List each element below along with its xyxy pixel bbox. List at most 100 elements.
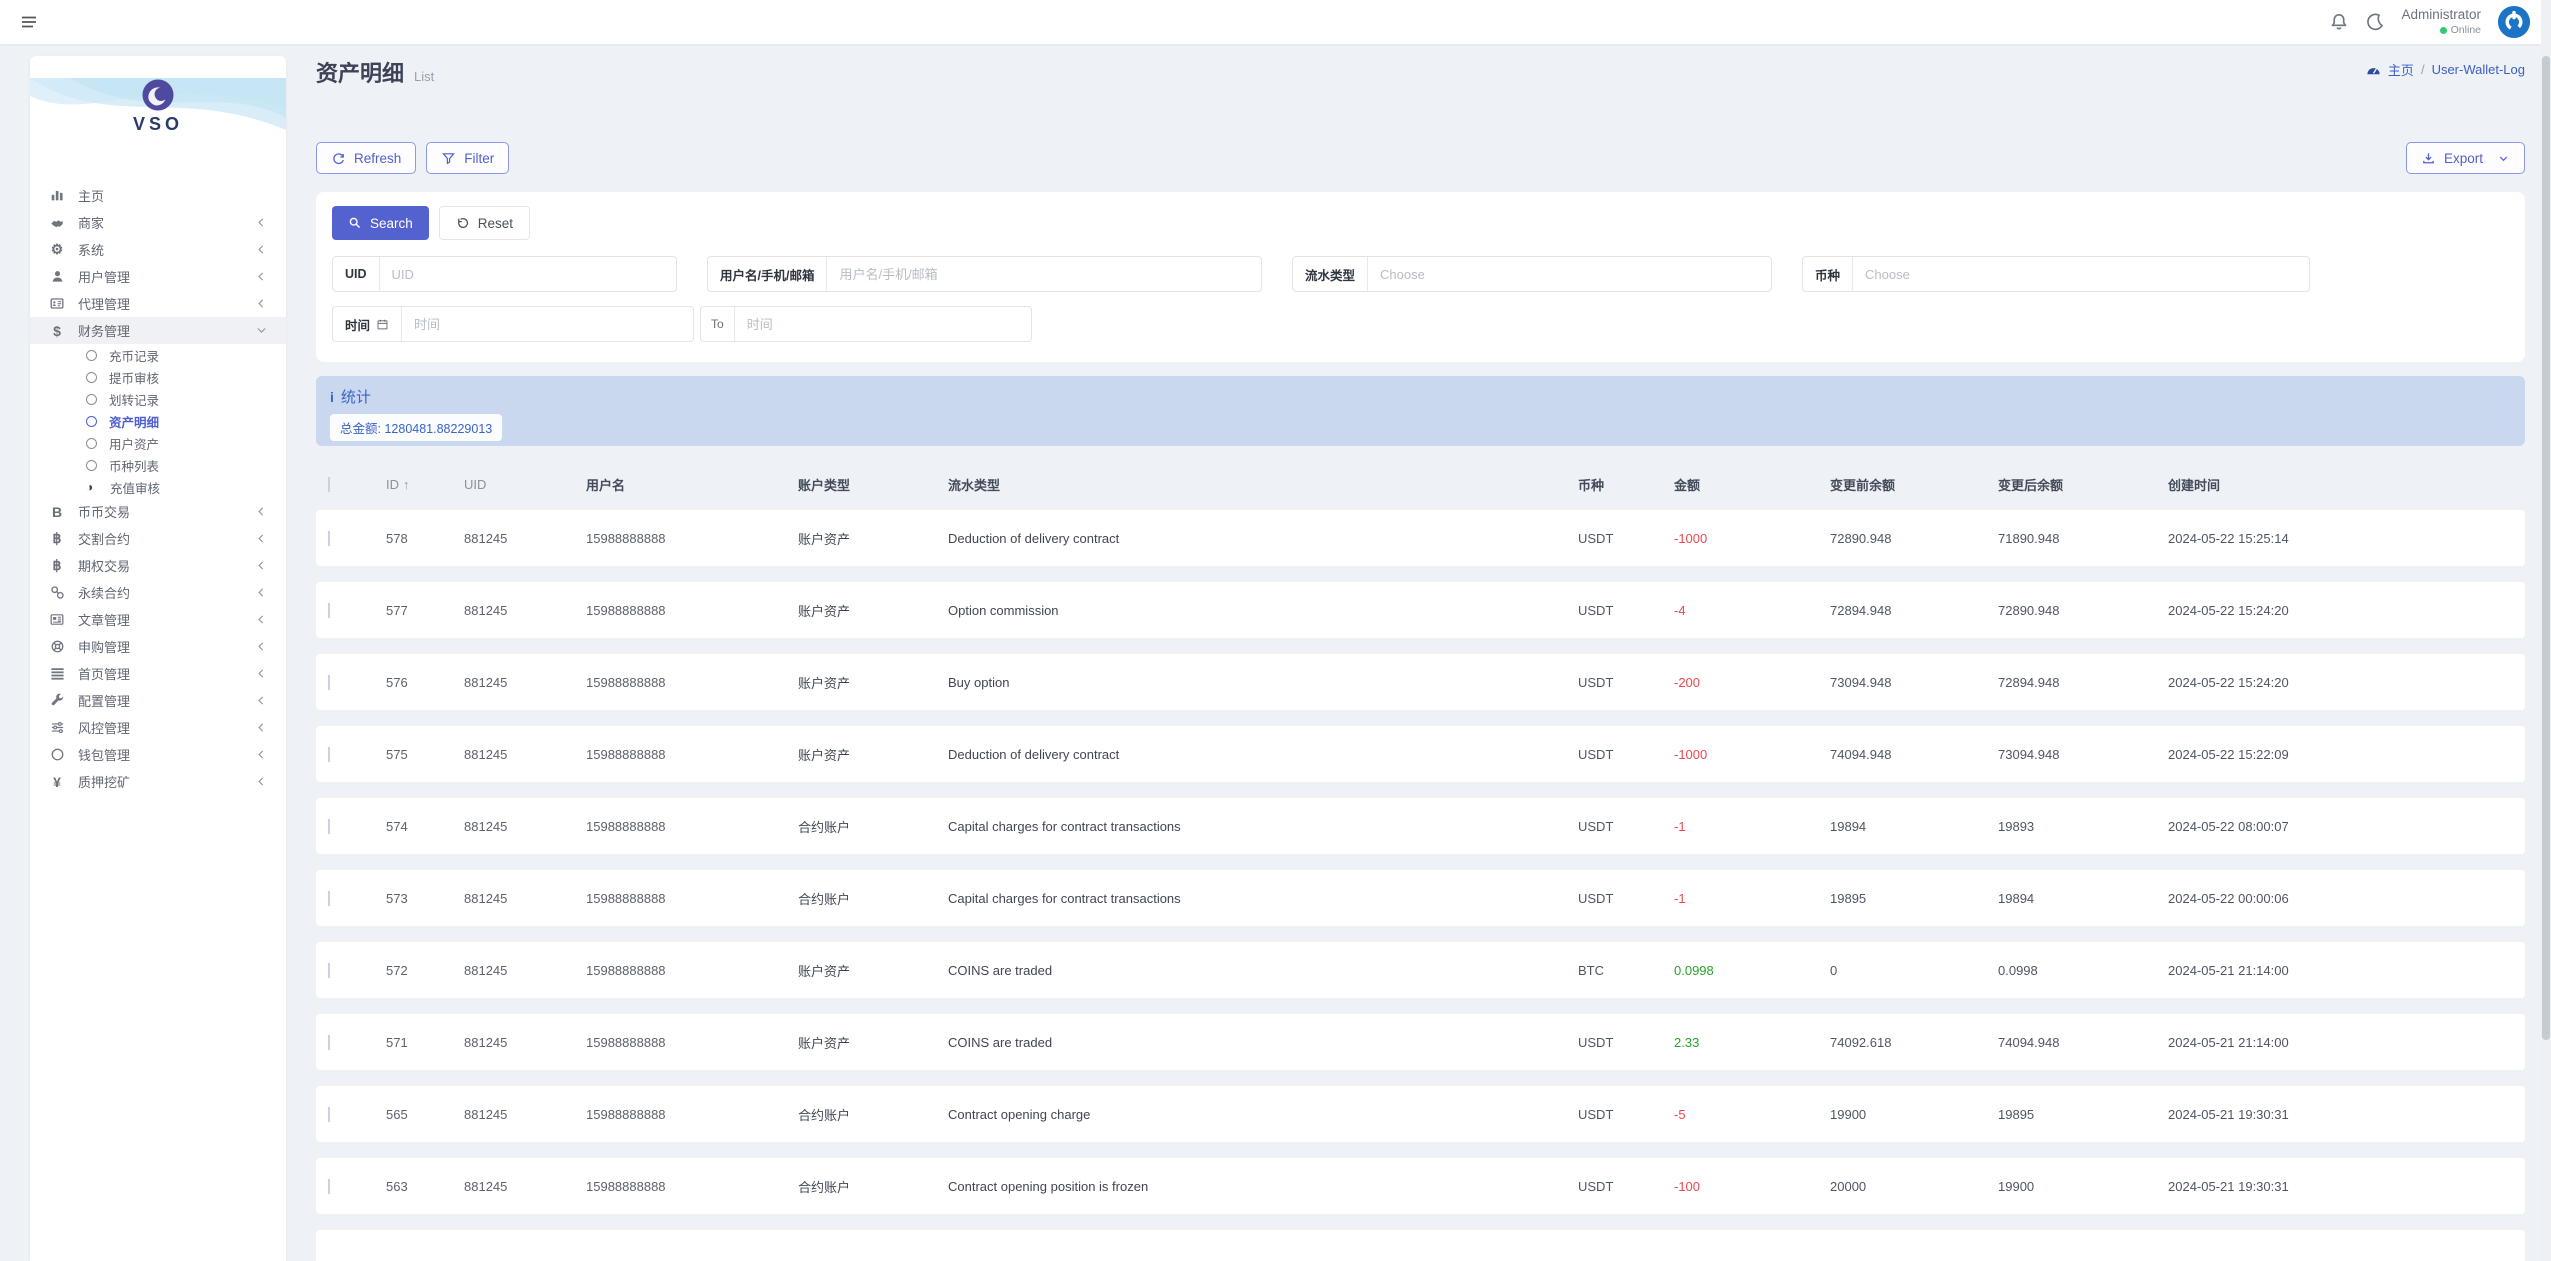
dollar-icon: $: [53, 322, 61, 339]
sidebar-item-永续合约[interactable]: 永续合约: [30, 579, 286, 606]
cell-uid: 881245: [464, 1106, 508, 1122]
cell-uid: 881245: [464, 890, 508, 906]
breadcrumb-home-link[interactable]: 主页: [2388, 60, 2414, 79]
sidebar-item-主页[interactable]: 主页: [30, 182, 286, 209]
sidebar-item-币币交易[interactable]: B 币币交易: [30, 498, 286, 525]
row-checkbox[interactable]: [328, 602, 330, 618]
cell-id: 565: [386, 1106, 408, 1122]
row-checkbox[interactable]: [328, 818, 330, 834]
row-checkbox[interactable]: [328, 1034, 330, 1050]
coin-select[interactable]: [1853, 257, 2309, 291]
yen-icon: ¥: [53, 773, 61, 790]
cell-before: 19895: [1830, 890, 1867, 906]
sidebar-item-代理管理[interactable]: 代理管理: [30, 290, 286, 317]
row-checkbox[interactable]: [328, 890, 330, 906]
breadcrumb-current[interactable]: User-Wallet-Log: [2432, 62, 2525, 77]
time-from-field[interactable]: [402, 307, 693, 341]
username-field[interactable]: [827, 257, 1261, 291]
bell-icon[interactable]: [2329, 12, 2349, 32]
sidebar-item-配置管理[interactable]: 配置管理: [30, 687, 286, 714]
total-amount-label: 总金额:: [340, 422, 381, 436]
user-menu[interactable]: Administrator Online: [2401, 6, 2481, 36]
sidebar-subitem-label: 币种列表: [109, 459, 160, 474]
page-title: 资产明细: [316, 61, 405, 86]
sidebar: VSO 主页 商家 ⚙ 系统 用户管理 代理管理 $ 财务管理 充币记录 提币审核 划转记录 资产明细…: [30, 56, 286, 1261]
table-row: 575 881245 15988888888 账户资产 Deduction of del…: [316, 726, 2525, 782]
toolbar: Refresh Filter Export: [316, 142, 2525, 174]
sidebar-item-label: 钱包管理: [78, 748, 131, 763]
cell-uid: 881245: [464, 746, 508, 762]
sidebar-item-label: 申购管理: [78, 640, 131, 655]
table-header: ID ↑ UID 用户名 账户类型 流水类型 币种 金额 变更前余额 变更后余额 创建时间: [316, 466, 2525, 502]
export-button[interactable]: Export: [2405, 142, 2525, 174]
sidebar-subitem-币种列表[interactable]: 币种列表: [30, 454, 286, 476]
user-name: Administrator: [2401, 6, 2481, 22]
row-checkbox[interactable]: [328, 674, 330, 690]
search-button[interactable]: Search: [332, 206, 429, 240]
row-checkbox[interactable]: [328, 746, 330, 762]
sidebar-item-钱包管理[interactable]: 钱包管理: [30, 741, 286, 768]
refresh-icon: [331, 151, 346, 166]
sidebar-subitem-划转记录[interactable]: 划转记录: [30, 388, 286, 410]
sidebar-item-交割合约[interactable]: ฿ 交割合约: [30, 525, 286, 552]
sidebar-subitem-用户资产[interactable]: 用户资产: [30, 432, 286, 454]
cell-after: 73094.948: [1998, 746, 2060, 762]
cell-flow_type: Option commission: [948, 602, 1059, 618]
row-checkbox[interactable]: [328, 962, 330, 978]
cell-uid: 881245: [464, 602, 508, 618]
cell-after: 19894: [1998, 890, 2035, 906]
sidebar-item-申购管理[interactable]: 申购管理: [30, 633, 286, 660]
cell-account_type: 账户资产: [798, 675, 851, 691]
gauge-icon: [2366, 63, 2381, 77]
cell-username: 15988888888: [586, 1034, 666, 1050]
sidebar-item-期权交易[interactable]: ฿ 期权交易: [30, 552, 286, 579]
b-coin-icon: B: [51, 503, 63, 520]
sidebar-item-财务管理[interactable]: $ 财务管理: [30, 317, 286, 344]
cell-after: 72894.948: [1998, 674, 2060, 690]
sidebar-item-用户管理[interactable]: 用户管理: [30, 263, 286, 290]
sidebar-item-风控管理[interactable]: 风控管理: [30, 714, 286, 741]
select-all-checkbox[interactable]: [328, 476, 330, 492]
row-checkbox[interactable]: [328, 1106, 330, 1122]
sidebar-item-文章管理[interactable]: 文章管理: [30, 606, 286, 633]
cell-id: 575: [386, 746, 408, 762]
reset-button[interactable]: Reset: [438, 206, 531, 240]
sidebar-subitem-资产明细[interactable]: 资产明细: [30, 410, 286, 432]
filter-button[interactable]: Filter: [426, 142, 510, 174]
sidebar-item-系统[interactable]: ⚙ 系统: [30, 236, 286, 263]
avatar[interactable]: [2497, 5, 2531, 39]
breadcrumb: 主页 / User-Wallet-Log: [2366, 60, 2525, 79]
table-row: 565 881245 15988888888 合约账户 Contract opening…: [316, 1086, 2525, 1142]
info-icon: i: [330, 388, 334, 405]
row-checkbox[interactable]: [328, 1178, 330, 1194]
cell-before: 72890.948: [1830, 530, 1892, 546]
sidebar-subitem-充币记录[interactable]: 充币记录: [30, 344, 286, 366]
half-circle-icon: ◑: [86, 480, 94, 494]
flow-type-select[interactable]: [1368, 257, 1771, 291]
cell-id: 572: [386, 962, 408, 978]
table-row: 573 881245 15988888888 合约账户 Capital charges …: [316, 870, 2525, 926]
cell-after: 74094.948: [1998, 1034, 2060, 1050]
sidebar-nav: 主页 商家 ⚙ 系统 用户管理 代理管理 $ 财务管理 充币记录 提币审核 划转记录 资产明细 用户资产…: [30, 166, 286, 795]
hamburger-menu-icon[interactable]: [20, 13, 38, 31]
time-to-field[interactable]: [734, 307, 1031, 341]
user-icon: [48, 269, 66, 284]
sidebar-subitem-提币审核[interactable]: 提币审核: [30, 366, 286, 388]
cell-coin: USDT: [1578, 890, 1614, 906]
moon-icon[interactable]: [2365, 12, 2385, 32]
scrollbar-thumb[interactable]: [2542, 56, 2550, 1040]
table-row: 574 881245 15988888888 合约账户 Capital charges …: [316, 798, 2525, 854]
column-header-创建时间: 创建时间: [2168, 475, 2513, 494]
chevron-left-icon: [255, 559, 268, 572]
column-header-ID[interactable]: ID ↑: [386, 477, 464, 492]
uid-field[interactable]: [379, 257, 676, 291]
breadcrumb-separator: /: [2420, 62, 2425, 77]
sidebar-item-label: 系统: [78, 243, 105, 258]
sidebar-item-质押挖矿[interactable]: ¥ 质押挖矿: [30, 768, 286, 795]
row-checkbox[interactable]: [328, 530, 330, 546]
sidebar-item-首页管理[interactable]: 首页管理: [30, 660, 286, 687]
sidebar-item-商家[interactable]: 商家: [30, 209, 286, 236]
refresh-button[interactable]: Refresh: [316, 142, 417, 174]
chevron-left-icon: [255, 243, 268, 256]
sidebar-subitem-充值审核[interactable]: ◑ 充值审核: [30, 476, 286, 498]
